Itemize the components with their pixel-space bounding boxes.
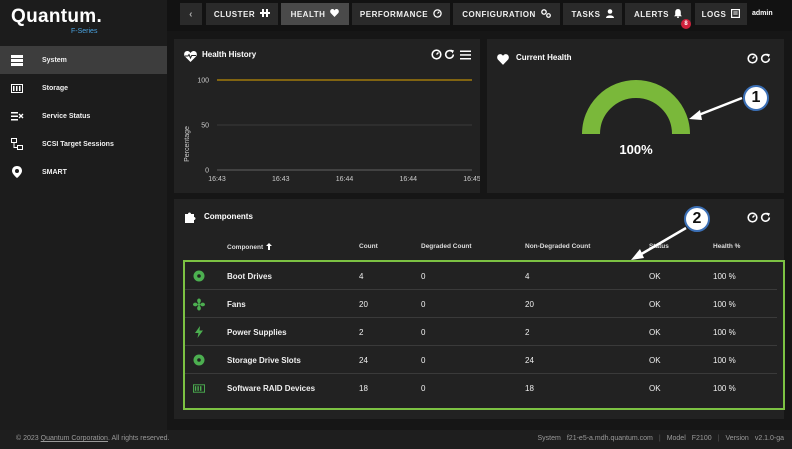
health-gauge-arc <box>582 80 690 135</box>
sidebar-item-smart[interactable]: SMART <box>0 158 167 186</box>
version-label: Version <box>725 435 749 442</box>
user-icon <box>605 8 614 20</box>
copyright-suffix: . All rights reserved. <box>107 435 170 442</box>
brand-name: Quantum. <box>11 6 103 27</box>
bell-icon <box>674 8 682 20</box>
brand-subtitle: F-Series <box>71 28 98 35</box>
tab-performance[interactable]: PERFORMANCE <box>352 3 450 25</box>
callout-badge-2: 2 <box>684 206 710 232</box>
heart-icon <box>330 9 340 19</box>
health-history-title: Health History <box>202 50 257 59</box>
x-tick-label: 16:44 <box>336 176 354 183</box>
tab-label: HEALTH <box>290 9 326 19</box>
copyright-prefix: © 2023 <box>16 435 39 442</box>
sidebar: Quantum. F-Series System Storage Service… <box>0 0 167 430</box>
column-header-count[interactable]: Count <box>359 243 378 250</box>
version-value: v2.1.0-ga <box>754 435 784 442</box>
health-history-chart: Percentage 100 50 0 16:43 16:43 16:44 16:44 16… <box>184 78 480 184</box>
gauge-icon <box>433 8 442 20</box>
components-title: Components <box>204 212 253 221</box>
tab-configuration[interactable]: CONFIGURATION <box>453 3 560 25</box>
timer-icon[interactable] <box>431 47 442 65</box>
column-header-health[interactable]: Health % <box>713 243 740 250</box>
health-history-icon <box>184 49 197 67</box>
scsi-icon <box>10 138 24 150</box>
y-tick-label: 0 <box>205 168 209 175</box>
puzzle-icon <box>184 211 197 229</box>
column-header-degraded-count[interactable]: Degraded Count <box>421 243 472 250</box>
user-menu[interactable]: admin <box>752 10 773 17</box>
highlight-box <box>183 260 785 410</box>
refresh-icon[interactable] <box>760 210 771 228</box>
system-label: System <box>537 435 561 442</box>
tab-health[interactable]: HEALTH <box>281 3 349 25</box>
system-value: f21-e5-a.mdh.quantum.com <box>566 435 653 442</box>
timer-icon[interactable] <box>747 51 758 69</box>
y-tick-label: 100 <box>197 78 209 85</box>
sidebar-item-label: Storage <box>42 84 69 92</box>
config-icon <box>540 8 551 20</box>
service-status-icon <box>10 110 24 122</box>
x-tick-label: 16:45 <box>463 176 480 183</box>
storage-icon <box>10 82 24 94</box>
company-link[interactable]: Quantum Corporation <box>41 435 108 442</box>
sidebar-item-service-status[interactable]: Service Status <box>0 102 167 130</box>
sidebar-item-storage[interactable]: Storage <box>0 74 167 102</box>
footer: © 2023 Quantum Corporation. All rights r… <box>0 430 792 449</box>
timer-icon[interactable] <box>747 210 758 228</box>
tab-cluster[interactable]: CLUSTER <box>206 3 278 25</box>
x-tick-label: 16:43 <box>272 176 290 183</box>
cluster-icon <box>260 9 271 19</box>
sidebar-item-label: SMART <box>42 168 67 176</box>
column-header-label: Component <box>227 244 264 251</box>
sidebar-item-label: SCSI Target Sessions <box>42 140 114 148</box>
callout-badge-1: 1 <box>743 85 769 111</box>
x-tick-label: 16:44 <box>399 176 417 183</box>
refresh-icon[interactable] <box>444 47 455 65</box>
brand-logo[interactable]: Quantum. F-Series <box>0 0 167 46</box>
heart-icon <box>497 52 509 70</box>
sort-arrow-up-icon <box>266 243 273 252</box>
tab-logs[interactable]: LOGS <box>695 3 747 25</box>
x-tick-label: 16:43 <box>208 176 226 183</box>
tab-label: ALERTS <box>634 9 669 19</box>
server-icon <box>10 54 24 66</box>
tab-label: CLUSTER <box>213 9 256 19</box>
refresh-icon[interactable] <box>760 51 771 69</box>
nav-back-button[interactable]: ‹ <box>180 3 202 25</box>
model-value: F2100 <box>691 435 712 442</box>
health-gauge <box>582 80 690 135</box>
tab-label: CONFIGURATION <box>462 9 536 19</box>
sidebar-item-label: Service Status <box>42 112 91 120</box>
menu-icon[interactable] <box>460 47 471 65</box>
y-axis-label: Percentage <box>184 126 191 162</box>
sidebar-item-system[interactable]: System <box>0 46 167 74</box>
logs-icon <box>731 8 741 20</box>
tab-label: TASKS <box>571 9 601 19</box>
tab-label: PERFORMANCE <box>359 9 429 19</box>
y-tick-label: 50 <box>201 123 209 130</box>
tab-tasks[interactable]: TASKS <box>563 3 622 25</box>
column-header-component[interactable]: Component <box>227 243 273 252</box>
model-label: Model <box>666 435 686 442</box>
alerts-count-badge: 8 <box>681 19 691 29</box>
sidebar-item-scsi-target-sessions[interactable]: SCSI Target Sessions <box>0 130 167 158</box>
health-value: 100% <box>619 142 653 157</box>
sidebar-item-label: System <box>42 56 67 64</box>
smart-icon <box>10 166 24 178</box>
current-health-title: Current Health <box>516 53 572 62</box>
column-header-non-degraded-count[interactable]: Non-Degraded Count <box>525 243 590 250</box>
tab-label: LOGS <box>701 9 727 19</box>
